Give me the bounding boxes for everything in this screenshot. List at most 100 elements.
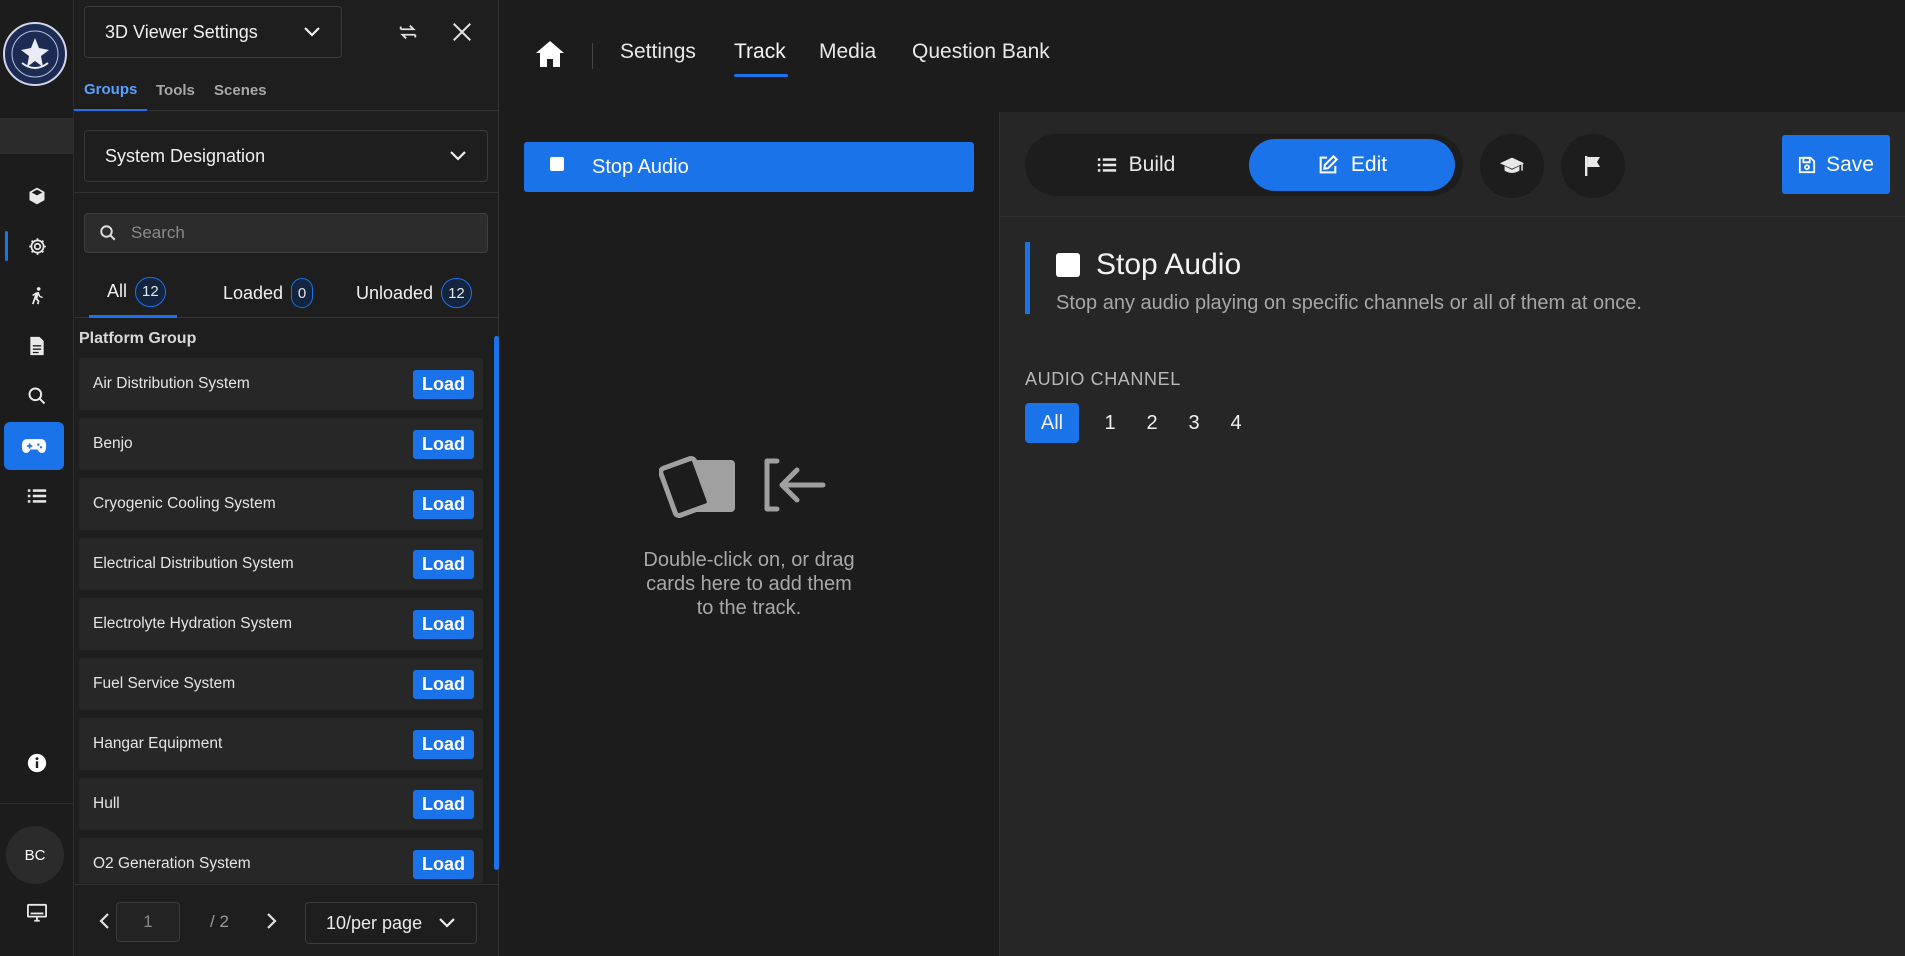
panel-tabs: Groups Tools Scenes xyxy=(74,69,499,111)
list-item: Benjo Load xyxy=(79,418,483,470)
list-icon[interactable] xyxy=(0,473,74,519)
load-button[interactable]: Load xyxy=(413,729,474,759)
top-nav: Settings Track Media Question Bank xyxy=(499,0,1905,112)
page-number-input[interactable] xyxy=(116,902,180,942)
avatar[interactable]: BC xyxy=(6,826,64,884)
nav-divider xyxy=(592,43,593,69)
search-input[interactable] xyxy=(131,223,461,243)
item-name: Hangar Equipment xyxy=(93,735,223,752)
hint-line: Double-click on, or drag xyxy=(643,549,855,571)
list-item: Hull Load xyxy=(79,778,483,830)
flag-icon[interactable] xyxy=(1561,134,1625,198)
nav-track[interactable]: Track xyxy=(734,40,786,64)
app-logo[interactable] xyxy=(3,22,67,86)
editor-toolbar: Build Edit Save xyxy=(1000,112,1905,217)
nav-question-bank[interactable]: Question Bank xyxy=(912,40,1050,64)
close-icon[interactable] xyxy=(444,14,480,50)
card-header: Stop Audio Stop any audio playing on spe… xyxy=(1025,242,1875,314)
next-page-icon[interactable] xyxy=(258,907,286,935)
filter-label: Loaded xyxy=(223,282,284,303)
channel-1-button[interactable]: 1 xyxy=(1099,403,1121,443)
hint-line: to the track. xyxy=(696,597,802,619)
search-icon[interactable] xyxy=(0,373,74,419)
rail-divider xyxy=(0,803,74,804)
nav-media[interactable]: Media xyxy=(819,40,876,64)
icon-rail: BC xyxy=(0,0,74,956)
build-label: Build xyxy=(1128,153,1176,176)
list-item: Electrical Distribution System Load xyxy=(79,538,483,590)
audio-channel-label: AUDIO CHANNEL xyxy=(1025,369,1181,389)
filter-loaded[interactable]: Loaded 0 xyxy=(223,268,314,318)
search-icon xyxy=(99,224,117,242)
list-item: Air Distribution System Load xyxy=(79,358,483,410)
group-type-value: System Designation xyxy=(105,145,266,166)
page-size-select[interactable]: 10/per page xyxy=(305,902,477,944)
load-button[interactable]: Load xyxy=(413,549,474,579)
load-button[interactable]: Load xyxy=(413,849,474,879)
item-name: Fuel Service System xyxy=(93,675,236,692)
channel-4-button[interactable]: 4 xyxy=(1225,403,1247,443)
info-icon[interactable] xyxy=(0,740,74,786)
search-box xyxy=(84,213,488,253)
drop-in-icon xyxy=(761,457,827,513)
rail-band xyxy=(0,118,74,154)
item-name: Electrolyte Hydration System xyxy=(93,615,292,632)
card-title: Stop Audio xyxy=(1056,248,1241,282)
item-name: Electrical Distribution System xyxy=(93,555,294,572)
channel-3-button[interactable]: 3 xyxy=(1183,403,1205,443)
page-size-value: 10/per page xyxy=(326,912,423,933)
drop-zone-illustration xyxy=(659,452,827,518)
list-item: Fuel Service System Load xyxy=(79,658,483,710)
save-button[interactable]: Save xyxy=(1782,135,1890,194)
monitor-icon[interactable] xyxy=(0,890,74,936)
channel-2-button[interactable]: 2 xyxy=(1141,403,1163,443)
item-name: Cryogenic Cooling System xyxy=(93,495,276,512)
edit-icon xyxy=(1317,154,1339,176)
item-name: O2 Generation System xyxy=(93,855,251,872)
track-card-label: Stop Audio xyxy=(592,155,689,178)
gamepad-icon[interactable] xyxy=(4,422,64,470)
mode-switch: Build Edit xyxy=(1025,134,1463,196)
channel-all-button[interactable]: All xyxy=(1025,403,1079,443)
nav-settings[interactable]: Settings xyxy=(620,40,696,64)
load-button[interactable]: Load xyxy=(413,369,474,399)
walking-icon[interactable] xyxy=(0,273,74,319)
divider xyxy=(74,192,499,193)
cards-icon xyxy=(659,452,739,518)
filter-unloaded[interactable]: Unloaded 12 xyxy=(356,268,472,318)
filter-all[interactable]: All 12 xyxy=(89,268,177,318)
page-total: / 2 xyxy=(210,912,229,931)
tab-tools[interactable]: Tools xyxy=(146,69,205,111)
stop-icon xyxy=(550,157,564,171)
graduation-cap-icon[interactable] xyxy=(1480,134,1544,198)
tab-groups[interactable]: Groups xyxy=(74,69,148,111)
gear-icon[interactable] xyxy=(0,223,74,269)
viewer-settings-panel: 3D Viewer Settings Groups Tools Scenes S… xyxy=(74,0,499,956)
edit-button[interactable]: Edit xyxy=(1249,139,1455,191)
load-button[interactable]: Load xyxy=(413,429,474,459)
track-card[interactable]: Stop Audio xyxy=(524,142,974,192)
load-button[interactable]: Load xyxy=(413,489,474,519)
count-badge: 0 xyxy=(291,278,314,308)
load-filter-tabs: All 12 Loaded 0 Unloaded 12 xyxy=(74,268,499,318)
group-type-dropdown[interactable]: System Designation xyxy=(84,130,488,182)
load-button[interactable]: Load xyxy=(413,609,474,639)
list-item: Cryogenic Cooling System Load xyxy=(79,478,483,530)
item-name: Air Distribution System xyxy=(93,375,250,392)
cube-icon[interactable] xyxy=(0,173,74,219)
system-list: Air Distribution System Load Benjo Load … xyxy=(79,358,483,883)
list-item: O2 Generation System Load xyxy=(79,838,483,883)
home-icon[interactable] xyxy=(535,40,565,68)
load-button[interactable]: Load xyxy=(413,669,474,699)
panel-title-dropdown[interactable]: 3D Viewer Settings xyxy=(84,6,342,58)
item-name: Benjo xyxy=(93,435,133,452)
document-icon[interactable] xyxy=(0,323,74,369)
tab-scenes[interactable]: Scenes xyxy=(204,69,277,111)
prev-page-icon[interactable] xyxy=(90,907,118,935)
filter-label: All xyxy=(107,281,128,301)
load-button[interactable]: Load xyxy=(413,789,474,819)
card-title-text: Stop Audio xyxy=(1096,248,1242,281)
refresh-icon[interactable] xyxy=(390,14,426,50)
build-button[interactable]: Build xyxy=(1031,139,1241,191)
panel-title: 3D Viewer Settings xyxy=(105,21,258,42)
